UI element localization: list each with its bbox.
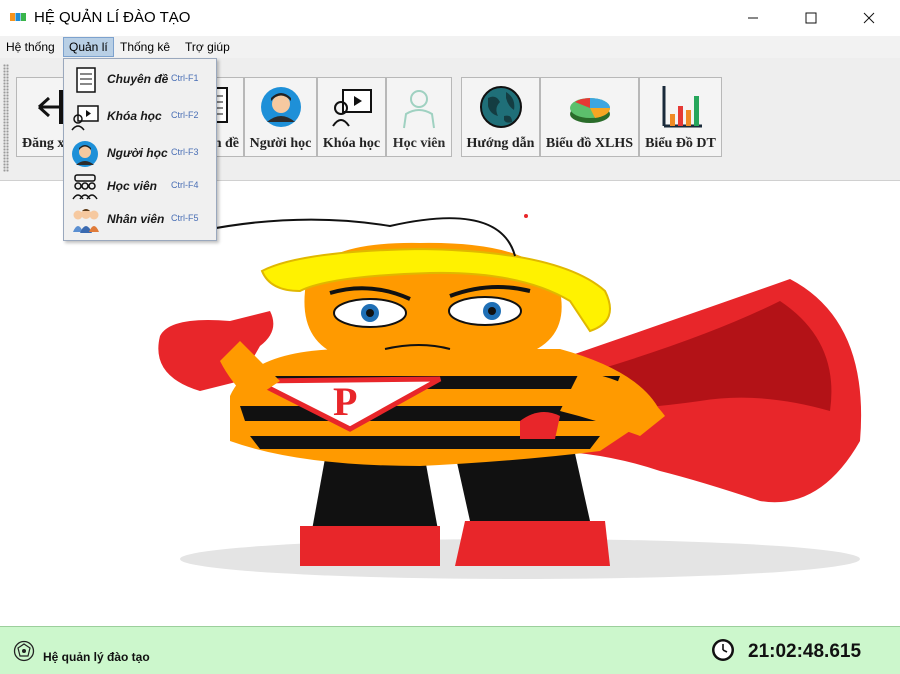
menu-tro-giup[interactable]: Trợ giúp	[180, 38, 235, 56]
minimize-button[interactable]	[724, 0, 782, 36]
student-icon	[403, 90, 435, 129]
window-title: HỆ QUẢN LÍ ĐÀO TẠO	[34, 9, 191, 26]
nguoi-hoc-button[interactable]: Người học	[244, 77, 317, 157]
huong-dan-label: Hướng dẫn	[466, 136, 535, 151]
superhero-mascot-illustration: P	[158, 214, 862, 579]
globe-icon	[479, 86, 522, 128]
bieu-do-dt-button[interactable]: Biểu Đồ DT	[639, 77, 722, 157]
app-logo-icon	[10, 13, 26, 21]
dropdown-label-khoa-hoc: Khóa học	[107, 109, 162, 123]
title-bar: HỆ QUẢN LÍ ĐÀO TẠO	[0, 0, 900, 36]
quan-li-dropdown: Chuyên đề Ctrl-F1 Khóa học Ctrl-F2 Người…	[63, 58, 217, 241]
bieu-do-xlhs-button[interactable]: Biểu đồ XLHS	[540, 77, 639, 157]
main-content-area: P	[0, 181, 900, 625]
shortcut-ctrl-f2: Ctrl-F2	[171, 110, 199, 120]
shortcut-ctrl-f3: Ctrl-F3	[171, 147, 199, 157]
status-text: Hệ quản lý đào tạo	[43, 650, 150, 664]
pie-chart-icon	[569, 98, 610, 123]
dropdown-item-hoc-vien[interactable]: Học viên Ctrl-F4	[64, 170, 216, 203]
dropdown-item-nguoi-hoc[interactable]: Người học Ctrl-F3	[64, 137, 216, 170]
menu-quan-li[interactable]: Quản lí	[63, 37, 114, 57]
maximize-icon	[805, 12, 817, 24]
hero-emblem-letter: P	[333, 379, 357, 424]
dropdown-label-nhan-vien: Nhân viên	[107, 212, 165, 226]
clock-display: 21:02:48.615	[748, 641, 862, 662]
dropdown-item-chuyen-de[interactable]: Chuyên đề Ctrl-F1	[64, 63, 216, 96]
bieu-do-xlhs-label: Biểu đồ XLHS	[545, 136, 634, 151]
close-icon	[863, 12, 875, 24]
status-bar: Hệ quản lý đào tạo 21:02:48.615	[0, 626, 900, 674]
hoc-vien-label: Học viên	[392, 136, 446, 151]
students-group-icon	[72, 174, 98, 200]
video-course-icon	[71, 105, 99, 131]
menu-thong-ke[interactable]: Thống kê	[115, 38, 175, 56]
hoc-vien-button[interactable]: Học viên	[386, 77, 452, 157]
bar-chart-icon	[662, 86, 702, 128]
menu-he-thong[interactable]: Hệ thống	[1, 38, 60, 56]
settings-badge-icon	[13, 640, 35, 662]
learner-avatar-icon	[72, 141, 98, 167]
close-button[interactable]	[840, 0, 898, 36]
dropdown-item-khoa-hoc[interactable]: Khóa học Ctrl-F2	[64, 100, 216, 133]
dropdown-label-nguoi-hoc: Người học	[107, 146, 168, 160]
shortcut-ctrl-f4: Ctrl-F4	[171, 180, 199, 190]
nguoi-hoc-label: Người học	[249, 136, 312, 151]
maximize-button[interactable]	[782, 0, 840, 36]
video-course-icon	[331, 89, 372, 127]
bieu-do-dt-label: Biểu Đồ DT	[645, 136, 716, 151]
huong-dan-button[interactable]: Hướng dẫn	[461, 77, 540, 157]
dropdown-item-nhan-vien[interactable]: Nhân viên Ctrl-F5	[64, 203, 216, 236]
staff-icon	[73, 209, 99, 233]
dropdown-label-chuyen-de: Chuyên đề	[107, 72, 169, 86]
learner-avatar-icon	[260, 87, 301, 127]
menu-bar: Hệ thống Quản lí Thống kê Trợ giúp	[0, 36, 900, 58]
shortcut-ctrl-f5: Ctrl-F5	[171, 213, 199, 223]
clock-icon	[712, 639, 734, 661]
minimize-icon	[748, 17, 758, 19]
toolbar-grip[interactable]	[3, 64, 9, 172]
shortcut-ctrl-f1: Ctrl-F1	[171, 73, 199, 83]
khoa-hoc-label: Khóa học	[322, 136, 381, 151]
document-icon	[76, 67, 96, 93]
dropdown-label-hoc-vien: Học viên	[107, 179, 158, 193]
khoa-hoc-button[interactable]: Khóa học	[317, 77, 386, 157]
